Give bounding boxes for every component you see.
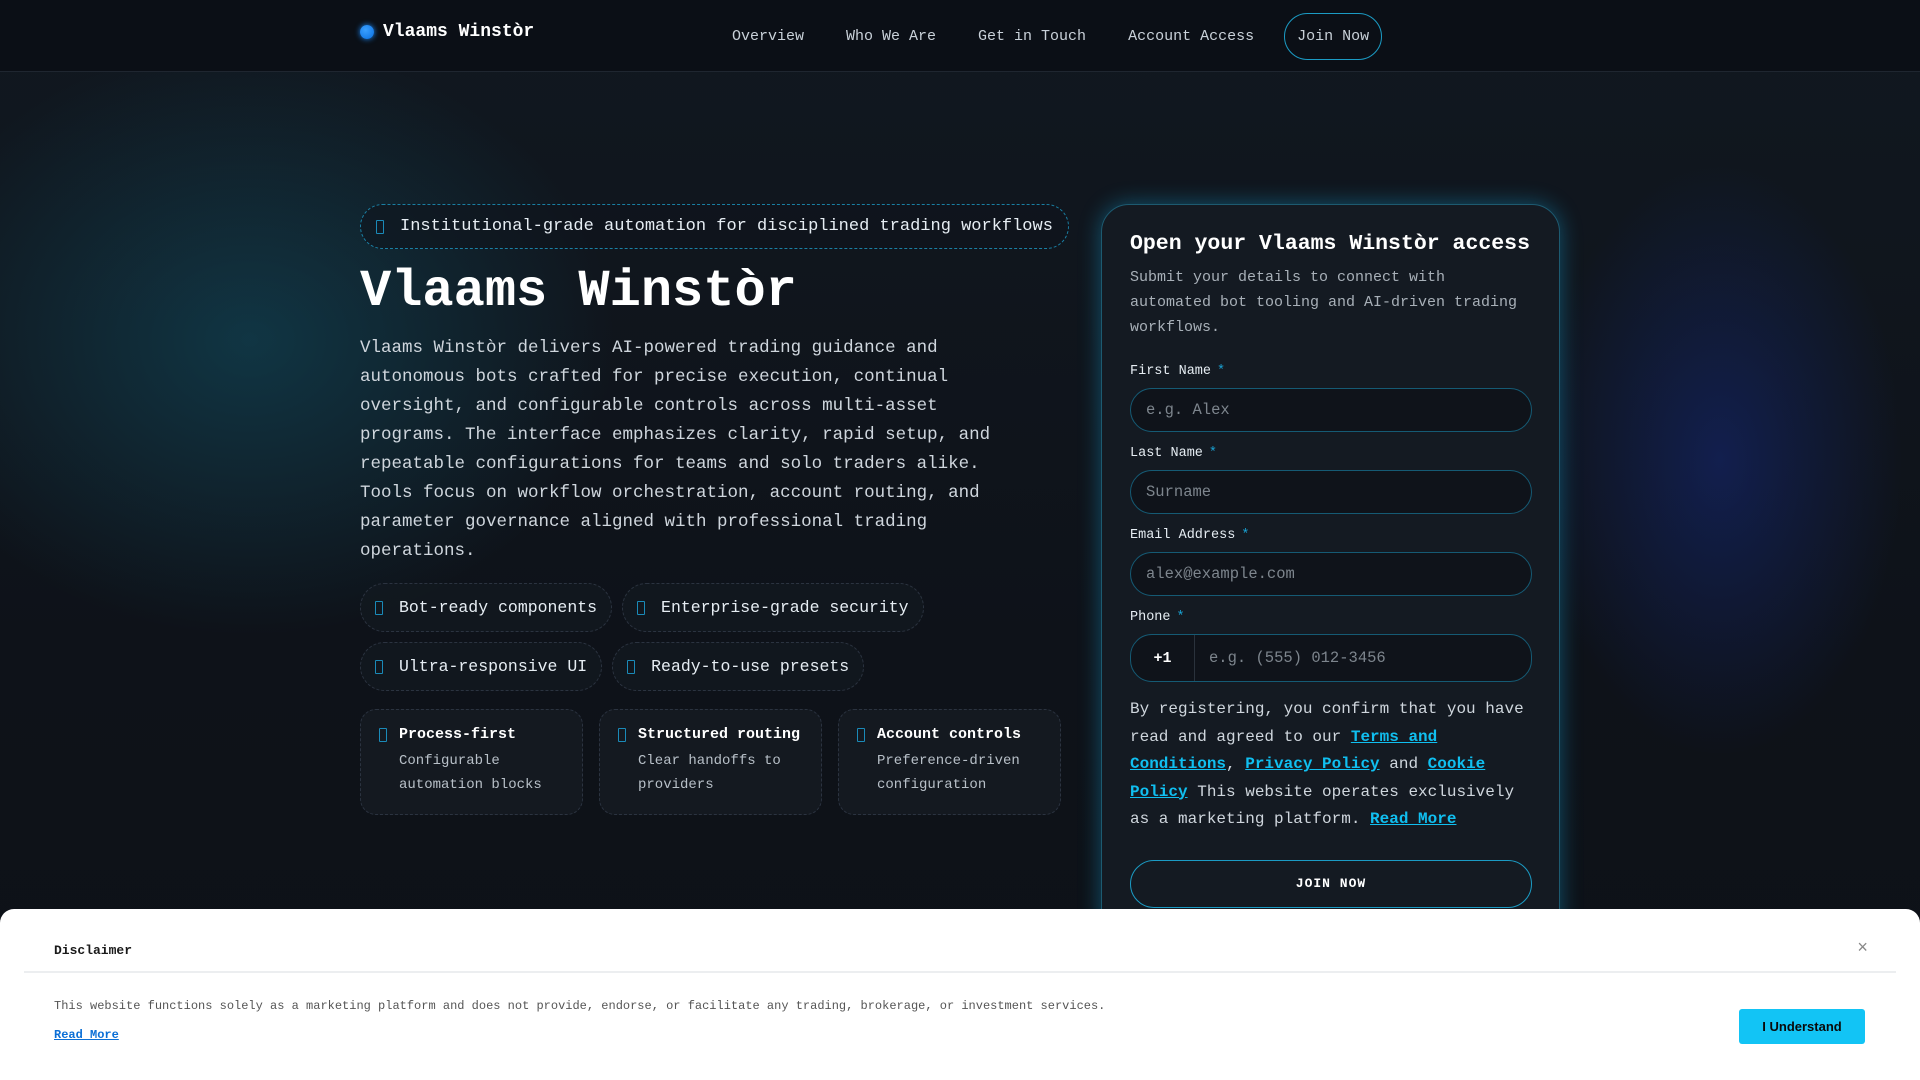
join-now-submit-button[interactable]: JOIN NOW [1130,859,1532,908]
feature-pill: Bot-ready components [360,583,613,632]
routing-icon [618,728,626,742]
placeholder: e.g. Alex [1146,401,1230,419]
consent-part: , [1226,755,1246,773]
country-code-select[interactable]: +1 [1131,635,1195,681]
preset-icon [627,659,636,674]
last-name-input[interactable]: Surname [1130,470,1532,514]
email-label: Email Address * [1130,528,1531,543]
bolt-icon [375,659,383,674]
first-name-label: First Name * [1130,364,1531,379]
sparkle-icon [376,219,384,234]
label-text: Email Address [1130,528,1236,543]
nav-link-get-in-touch[interactable]: Get in Touch [978,28,1086,45]
nav-link-overview[interactable]: Overview [732,28,804,45]
nav-links: Overview Who We Are Get in Touch Account… [732,0,1383,72]
close-icon[interactable]: × [1857,939,1868,959]
feature-card: Account controls Preference-driven config… [838,709,1061,815]
placeholder: Surname [1146,483,1212,501]
feature-card-desc: Configurable automation blocks [399,753,542,793]
feature-card-title: Structured routing [638,726,801,743]
hero-title: Vlaams Winstòr [360,262,797,321]
feature-card-desc: Clear handoffs to providers [638,753,781,793]
required-mark: * [1217,364,1226,379]
brand-dot-icon [360,25,374,39]
feature-cards: Process-first Configurable automation blo… [360,709,1061,815]
phone-label: Phone * [1130,610,1531,625]
feature-pill-label: Bot-ready components [399,598,598,617]
hero-badge: Institutional-grade automation for disci… [360,204,1069,249]
feature-card-desc: Preference-driven configuration [877,753,1020,793]
controls-icon [857,728,865,742]
label-text: Last Name [1130,446,1203,461]
required-mark: * [1176,610,1185,625]
feature-card: Structured routing Clear handoffs to prov… [599,709,822,815]
hero-description: Vlaams Winstòr delivers AI-powered tradi… [360,338,991,561]
top-nav: Vlaams Winstòr Overview Who We Are Get i… [0,0,1920,72]
feature-pill-label: Enterprise-grade security [661,598,909,617]
form-title: Open your Vlaams Winstòr access [1130,232,1530,256]
email-input[interactable]: alex@example.com [1130,552,1532,596]
feature-pill: Ready-to-use presets [612,642,865,691]
label-text: First Name [1130,364,1212,379]
first-name-input[interactable]: e.g. Alex [1130,388,1532,432]
consent-part: By registering, you confirm that you hav… [1130,700,1524,746]
feature-pill-label: Ready-to-use presets [651,657,850,676]
bot-icon [375,600,383,615]
nav-link-who-we-are[interactable]: Who We Are [846,28,936,45]
label-text: Phone [1130,610,1171,625]
last-name-label: Last Name * [1130,446,1531,461]
brand-logo[interactable]: Vlaams Winstòr [360,22,534,42]
required-mark: * [1241,528,1250,543]
signup-form: Open your Vlaams Winstòr access Submit y… [1101,204,1560,944]
feature-pill: Ultra-responsive UI [360,642,603,691]
required-mark: * [1208,446,1218,461]
feature-card-title: Account controls [877,726,1022,743]
brand-name: Vlaams Winstòr [383,22,535,42]
process-icon [379,728,387,742]
feature-pills: Bot-ready components Enterprise-grade se… [360,583,1040,691]
nav-link-account-access[interactable]: Account Access [1128,28,1254,45]
disclaimer-header: Disclaimer × [24,909,1896,973]
placeholder: alex@example.com [1146,565,1295,583]
shield-icon [637,600,646,615]
feature-pill-label: Ultra-responsive UI [399,657,588,676]
disclaimer-title: Disclaimer [54,943,133,958]
phone-input[interactable]: e.g. (555) 012-3456 [1195,649,1386,667]
feature-pill: Enterprise-grade security [622,583,924,632]
feature-card-title: Process-first [399,726,517,743]
hero-badge-text: Institutional-grade automation for disci… [400,217,1053,236]
feature-card: Process-first Configurable automation blo… [360,709,583,815]
phone-field: +1 e.g. (555) 012-3456 [1130,634,1532,682]
disclaimer-text: This website functions solely as a marke… [54,999,1106,1013]
i-understand-button[interactable]: I Understand [1739,1009,1865,1044]
consent-text: By registering, you confirm that you hav… [1130,696,1531,834]
form-subtitle: Submit your details to connect with auto… [1130,269,1518,336]
disclaimer-banner: Disclaimer × This website functions sole… [0,909,1920,1080]
privacy-link[interactable]: Privacy Policy [1245,755,1379,773]
disclaimer-read-more-link[interactable]: Read More [54,1028,119,1042]
read-more-link[interactable]: Read More [1370,810,1456,828]
consent-part: and [1379,755,1428,773]
nav-join-now-button[interactable]: Join Now [1284,12,1383,60]
